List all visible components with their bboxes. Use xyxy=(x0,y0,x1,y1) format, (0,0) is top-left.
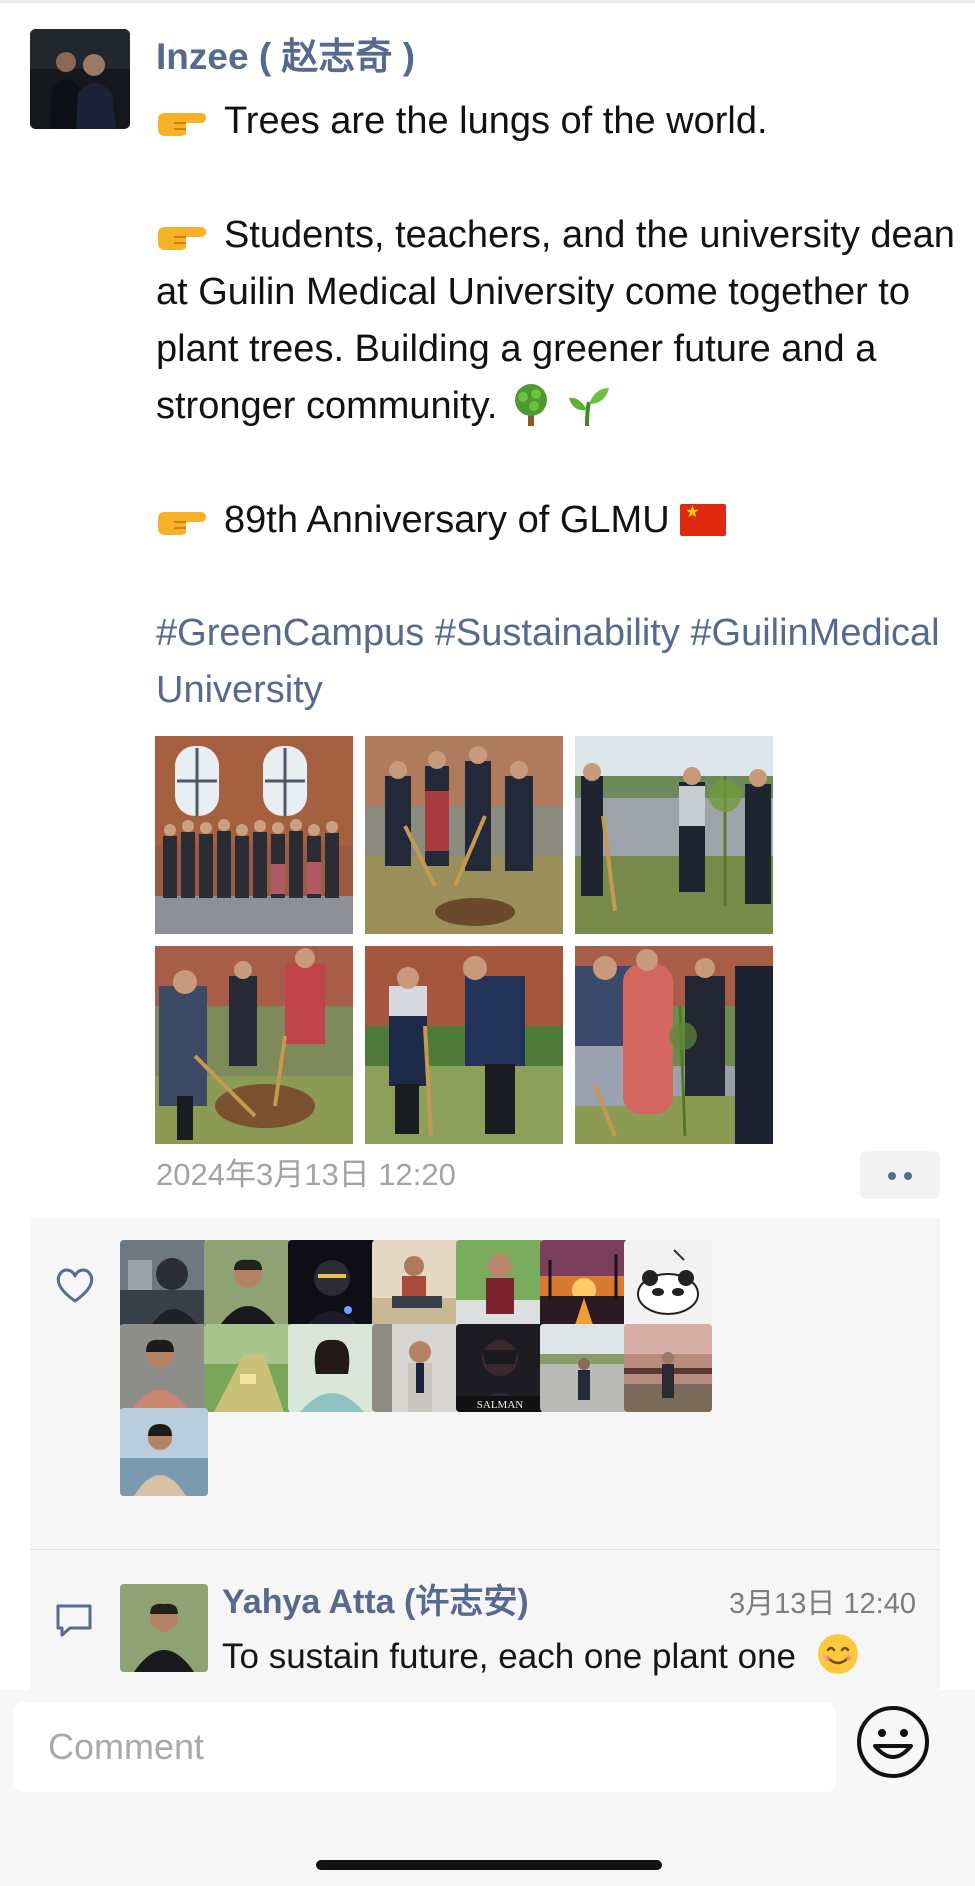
more-dots-icon xyxy=(904,1172,912,1180)
liker-avatar-10[interactable] xyxy=(288,1324,376,1412)
salman-badge-text: SALMAN xyxy=(477,1399,524,1411)
home-indicator[interactable] xyxy=(316,1860,662,1870)
commenter-name[interactable]: Yahya Atta (许志安) xyxy=(222,1578,529,1626)
liker-avatar-12[interactable]: SALMAN xyxy=(456,1324,544,1412)
photo-group-in-front-of-building[interactable] xyxy=(155,736,353,934)
comment-input[interactable] xyxy=(14,1702,836,1792)
post-line-2-text: Students, teachers, and the university d… xyxy=(156,214,955,427)
pointing-hand-icon xyxy=(158,512,206,535)
liker-avatar-15[interactable] xyxy=(120,1408,208,1496)
post-hashtags[interactable]: #GreenCampus #Sustainability #GuilinMedi… xyxy=(156,605,946,719)
liker-avatar-4[interactable] xyxy=(372,1240,460,1328)
liker-avatar-5[interactable] xyxy=(456,1240,544,1328)
liker-avatar-3[interactable] xyxy=(288,1240,376,1328)
post-line-2: Students, teachers, and the university d… xyxy=(156,207,956,435)
author-avatar[interactable] xyxy=(30,29,130,129)
photo-planting-with-red-coat[interactable] xyxy=(575,946,773,1144)
photo-two-students-planting[interactable] xyxy=(365,946,563,1144)
pointing-hand-icon xyxy=(158,113,206,136)
post-line-1: Trees are the lungs of the world. xyxy=(156,93,768,150)
more-options-button[interactable] xyxy=(860,1151,940,1199)
comment-composer-bar xyxy=(0,1690,975,1886)
tree-icon xyxy=(514,384,547,426)
liker-avatar-13[interactable] xyxy=(540,1324,628,1412)
commenter-avatar[interactable] xyxy=(120,1584,208,1672)
post-timestamp: 2024年3月13日 12:20 xyxy=(156,1157,456,1192)
liker-avatar-7[interactable] xyxy=(624,1240,712,1328)
smiling-face-icon xyxy=(817,1634,858,1674)
liker-avatar-1[interactable] xyxy=(120,1240,208,1328)
post-line-3: 89th Anniversary of GLMU xyxy=(156,492,727,549)
photo-digging-with-shovels[interactable] xyxy=(155,946,353,1144)
post-author-name[interactable]: Inzee ( 赵志奇 ) xyxy=(156,30,415,84)
photo-grid xyxy=(155,736,773,1144)
seedling-icon xyxy=(568,388,609,427)
china-flag-icon xyxy=(680,504,727,536)
pointing-hand-icon xyxy=(158,227,206,250)
liker-avatar-8[interactable] xyxy=(120,1324,208,1412)
likes-comments-panel: SALMAN Yahya Atta (许志安) 3月13日 12:40 To s… xyxy=(30,1218,940,1690)
comment-text-body: To sustain future, each one plant one xyxy=(222,1637,797,1676)
smiley-face-icon[interactable] xyxy=(855,1704,931,1780)
likes-comments-divider xyxy=(30,1549,940,1550)
comment-text: To sustain future, each one plant one xyxy=(222,1631,860,1683)
liker-avatar-6[interactable] xyxy=(540,1240,628,1328)
liker-avatar-11[interactable] xyxy=(372,1324,460,1412)
post-line-3-text: 89th Anniversary of GLMU xyxy=(224,499,670,541)
comment-time: 3月13日 12:40 xyxy=(728,1588,916,1620)
liker-avatar-14[interactable] xyxy=(624,1324,712,1412)
heart-outline-icon xyxy=(56,1268,94,1303)
top-divider xyxy=(0,0,975,3)
photo-planting-near-road[interactable] xyxy=(575,736,773,934)
photo-students-digging[interactable] xyxy=(365,736,563,934)
liker-avatar-2[interactable] xyxy=(204,1240,292,1328)
comment-bubble-icon xyxy=(56,1604,92,1637)
post-line-1-text: Trees are the lungs of the world. xyxy=(224,100,768,142)
more-dots-icon xyxy=(888,1172,896,1180)
liker-avatar-9[interactable] xyxy=(204,1324,292,1412)
